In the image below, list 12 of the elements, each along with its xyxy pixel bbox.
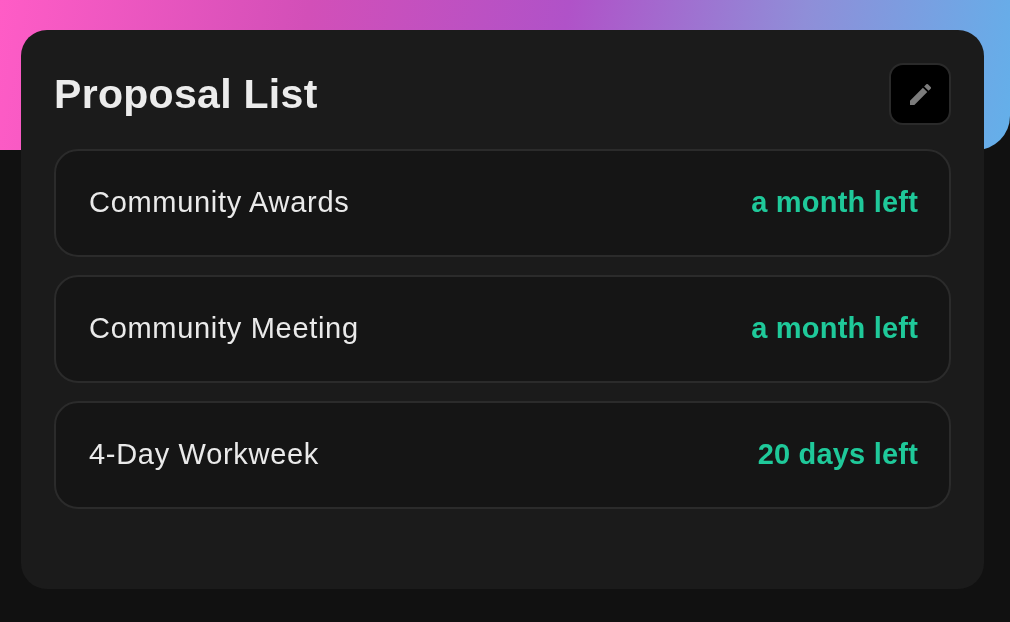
proposal-name: Community Meeting xyxy=(89,311,359,347)
proposal-item[interactable]: Community Meeting a month left xyxy=(54,275,951,383)
edit-button[interactable] xyxy=(889,63,951,125)
time-left: a month left xyxy=(751,185,918,221)
proposal-item[interactable]: Community Awards a month left xyxy=(54,149,951,257)
card-title: Proposal List xyxy=(54,73,318,115)
proposal-name: Community Awards xyxy=(89,185,350,221)
proposal-item[interactable]: 4-Day Workweek 20 days left xyxy=(54,401,951,509)
proposal-name: 4-Day Workweek xyxy=(89,437,320,473)
time-left: a month left xyxy=(751,311,918,347)
pencil-icon xyxy=(909,83,931,105)
time-left: 20 days left xyxy=(757,437,918,473)
